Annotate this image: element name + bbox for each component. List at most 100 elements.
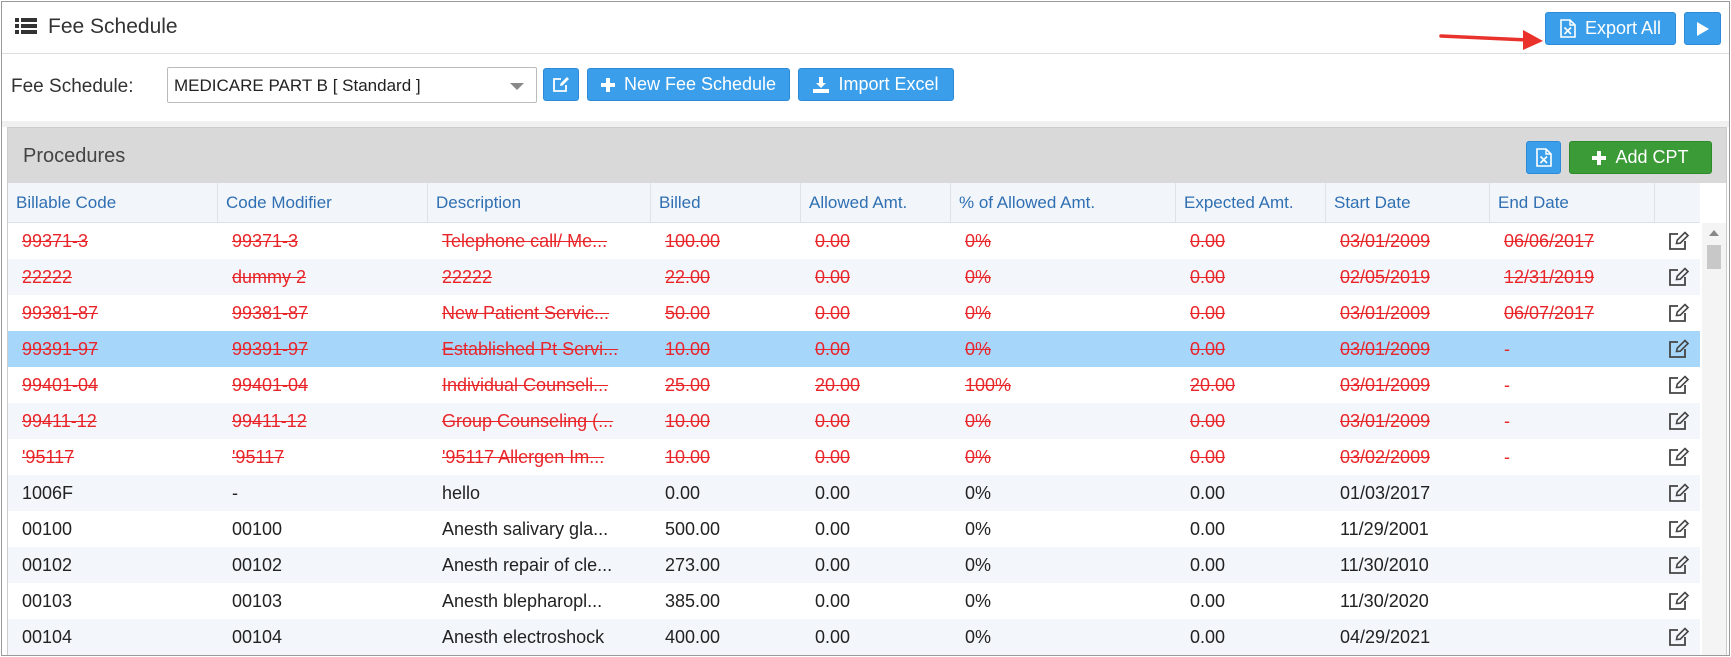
- cell-billed: 100.00: [665, 231, 721, 251]
- edit-icon[interactable]: [1668, 555, 1690, 575]
- column-end-date[interactable]: End Date: [1490, 183, 1655, 223]
- cell-pct: 0%: [965, 339, 992, 359]
- cell-start: 01/03/2017: [1340, 483, 1431, 503]
- cell-expected: 0.00: [1190, 447, 1226, 467]
- cell-billed: 500.00: [665, 519, 721, 539]
- procedures-panel: Procedures Add CPT Billable Code Code Mo…: [7, 127, 1727, 655]
- cell-modifier: dummy 2: [232, 267, 307, 287]
- export-all-label: Export All: [1584, 18, 1662, 38]
- export-procedures-button[interactable]: [1526, 141, 1561, 174]
- table-row[interactable]: 22222 dummy 2 22222 22.00 0.00 0% 0.00 02/05/20…: [8, 259, 1700, 295]
- cell-start: 11/29/2001: [1340, 519, 1429, 539]
- plus-icon: [1592, 150, 1607, 165]
- excel-icon: [1560, 19, 1576, 38]
- edit-icon[interactable]: [1668, 375, 1690, 395]
- edit-icon[interactable]: [1668, 519, 1690, 539]
- arrow-icon: [1439, 30, 1543, 50]
- edit-fee-schedule-button[interactable]: [543, 68, 579, 101]
- cell-allowed: 20.00: [815, 375, 861, 395]
- cell-allowed: 0.00: [815, 519, 851, 539]
- edit-icon[interactable]: [1668, 483, 1690, 503]
- cell-description: Group Counseling (...: [442, 411, 614, 431]
- cell-expected: 20.00: [1190, 375, 1236, 395]
- edit-icon[interactable]: [1668, 591, 1690, 611]
- cell-end: 12/31/2019: [1504, 267, 1595, 287]
- column-allowed-amt[interactable]: Allowed Amt.: [801, 183, 951, 223]
- cell-allowed: 0.00: [815, 411, 851, 431]
- table-row[interactable]: 99391-97 99391-97 Established Pt Servi... 1…: [8, 331, 1700, 367]
- table-row[interactable]: 00104 00104 Anesth electroshock 400.00 0.00 0…: [8, 619, 1700, 655]
- table-row[interactable]: 99371-3 99371-3 Telephone call/ Me... 100.0…: [8, 223, 1700, 259]
- edit-icon[interactable]: [1668, 231, 1690, 251]
- cell-expected: 0.00: [1190, 411, 1226, 431]
- cell-description: Anesth salivary gla...: [442, 519, 609, 539]
- export-all-button[interactable]: Export All: [1545, 12, 1676, 45]
- cell-description: Established Pt Servi...: [442, 339, 619, 359]
- edit-icon[interactable]: [1668, 303, 1690, 323]
- vertical-scrollbar[interactable]: [1702, 223, 1726, 655]
- cell-code: 99391-97: [22, 339, 99, 359]
- cell-pct: 0%: [965, 519, 992, 539]
- plus-icon: [600, 77, 615, 92]
- cell-description: Anesth blepharopl...: [442, 591, 603, 611]
- cell-end: -: [1504, 375, 1510, 395]
- cell-start: 11/30/2010: [1340, 555, 1429, 575]
- column-billed[interactable]: Billed: [651, 183, 801, 223]
- cell-expected: 0.00: [1190, 339, 1226, 359]
- cell-modifier: 99401-04: [232, 375, 309, 395]
- scrollbar-thumb[interactable]: [1707, 245, 1721, 269]
- cell-modifier: '95117: [232, 447, 285, 467]
- edit-icon[interactable]: [1668, 267, 1690, 287]
- cell-expected: 0.00: [1190, 519, 1226, 539]
- edit-icon[interactable]: [1668, 339, 1690, 359]
- cell-pct: 0%: [965, 627, 992, 647]
- cell-description: Telephone call/ Me...: [442, 231, 608, 251]
- cell-start: 02/05/2019: [1340, 267, 1431, 287]
- new-fee-schedule-button[interactable]: New Fee Schedule: [587, 68, 790, 101]
- table-row[interactable]: 00100 00100 Anesth salivary gla... 500.00 0.…: [8, 511, 1700, 547]
- cell-pct: 0%: [965, 411, 992, 431]
- play-button[interactable]: [1684, 12, 1721, 45]
- fee-schedule-select[interactable]: MEDICARE PART B [ Standard ]: [167, 67, 537, 103]
- cell-modifier: 99381-87: [232, 303, 309, 323]
- cell-pct: 100%: [965, 375, 1012, 395]
- cell-allowed: 0.00: [815, 447, 851, 467]
- cell-start: 03/01/2009: [1340, 411, 1431, 431]
- scroll-up-icon[interactable]: [1709, 230, 1719, 236]
- cell-description: Anesth electroshock: [442, 627, 605, 647]
- edit-icon[interactable]: [1668, 411, 1690, 431]
- cell-billed: 385.00: [665, 591, 721, 611]
- table-row[interactable]: 00103 00103 Anesth blepharopl... 385.00 0.00…: [8, 583, 1700, 619]
- column-pct-allowed-amt[interactable]: % of Allowed Amt.: [951, 183, 1176, 223]
- cell-end: -: [1504, 447, 1510, 467]
- column-description[interactable]: Description: [428, 183, 651, 223]
- add-cpt-button[interactable]: Add CPT: [1569, 141, 1712, 174]
- column-billable-code[interactable]: Billable Code: [8, 183, 218, 223]
- table-row[interactable]: '95117 '95117 '95117 Allergen Im... 10.00 0.…: [8, 439, 1700, 475]
- edit-icon[interactable]: [1668, 627, 1690, 647]
- import-excel-button[interactable]: Import Excel: [798, 68, 954, 101]
- column-start-date[interactable]: Start Date: [1326, 183, 1490, 223]
- cell-billed: 10.00: [665, 447, 711, 467]
- cell-end: -: [1504, 411, 1510, 431]
- cell-allowed: 0.00: [815, 483, 851, 503]
- cell-modifier: 00103: [232, 591, 283, 611]
- cell-billed: 10.00: [665, 339, 711, 359]
- table-row[interactable]: 99401-04 99401-04 Individual Counseli... 25…: [8, 367, 1700, 403]
- cell-end: 06/06/2017: [1504, 231, 1595, 251]
- list-icon: [15, 18, 37, 34]
- column-expected-amt[interactable]: Expected Amt.: [1176, 183, 1326, 223]
- table-row[interactable]: 99411-12 99411-12 Group Counseling (... 10.…: [8, 403, 1700, 439]
- cell-pct: 0%: [965, 231, 992, 251]
- cell-expected: 0.00: [1190, 627, 1226, 647]
- cell-expected: 0.00: [1190, 591, 1226, 611]
- import-excel-label: Import Excel: [838, 74, 939, 94]
- edit-icon[interactable]: [1668, 447, 1690, 467]
- cell-code: 1006F: [22, 483, 74, 503]
- cell-start: 03/01/2009: [1340, 375, 1431, 395]
- column-code-modifier[interactable]: Code Modifier: [218, 183, 428, 223]
- table-row[interactable]: 99381-87 99381-87 New Patient Servic... 50.…: [8, 295, 1700, 331]
- table-row[interactable]: 00102 00102 Anesth repair of cle... 273.00 0…: [8, 547, 1700, 583]
- cell-description: Anesth repair of cle...: [442, 555, 613, 575]
- table-row[interactable]: 1006F - hello 0.00 0.00 0% 0.00 01/03/2017: [8, 475, 1700, 511]
